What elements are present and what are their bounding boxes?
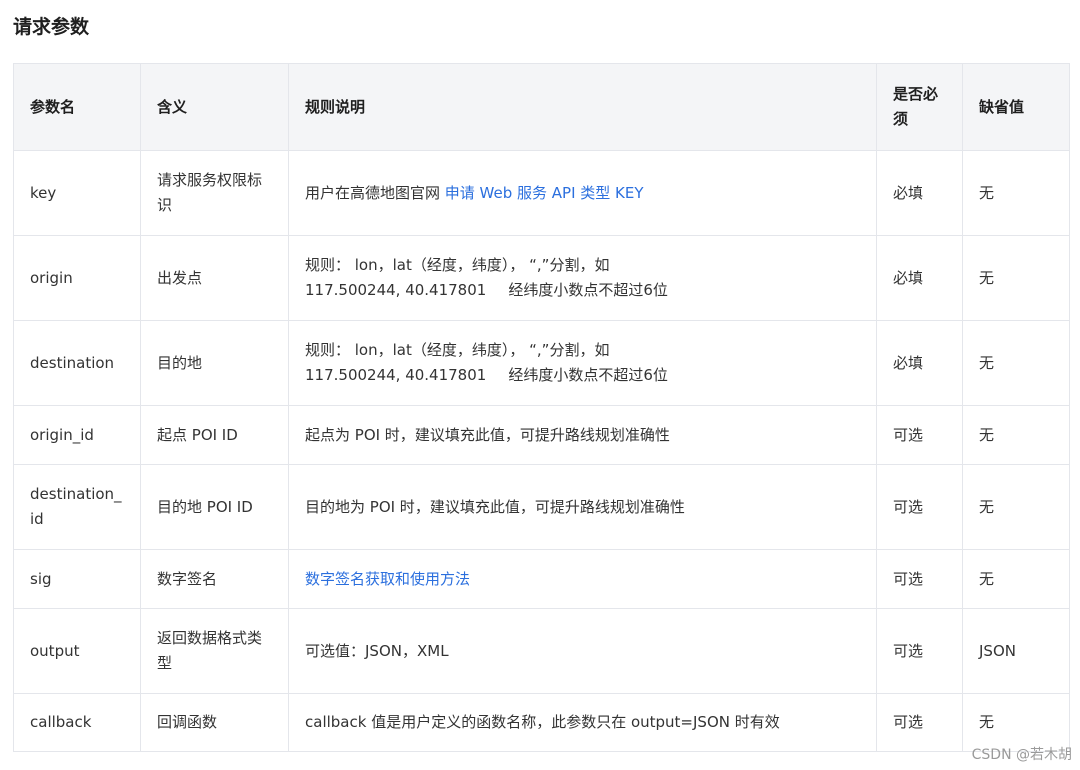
table-row: destination_id 目的地 POI ID 目的地为 POI 时，建议填… bbox=[13, 464, 1070, 550]
param-default: 无 bbox=[962, 150, 1070, 236]
param-rule: 规则： lon，lat（经度，纬度）， “,”分割，如 117.500244, 4… bbox=[288, 320, 877, 406]
param-default: 无 bbox=[962, 235, 1070, 321]
param-name: destination_id bbox=[13, 464, 141, 550]
param-rule: 起点为 POI 时，建议填充此值，可提升路线规划准确性 bbox=[288, 405, 877, 465]
param-rule: 数字签名获取和使用方法 bbox=[288, 549, 877, 609]
param-rule: 可选值：JSON，XML bbox=[288, 608, 877, 694]
param-required: 可选 bbox=[876, 405, 963, 465]
param-default: 无 bbox=[962, 320, 1070, 406]
param-required: 可选 bbox=[876, 549, 963, 609]
rule-text: 用户在高德地图官网 bbox=[305, 183, 445, 202]
apply-key-link[interactable]: 申请 Web 服务 API 类型 KEY bbox=[445, 184, 644, 202]
param-meaning: 目的地 bbox=[140, 320, 289, 406]
param-meaning: 出发点 bbox=[140, 235, 289, 321]
table-header-row: 参数名 含义 规则说明 是否必须 缺省值 bbox=[13, 63, 1070, 151]
param-rule: 用户在高德地图官网 申请 Web 服务 API 类型 KEY bbox=[288, 150, 877, 236]
table-row: sig 数字签名 数字签名获取和使用方法 可选 无 bbox=[13, 549, 1070, 609]
param-default: 无 bbox=[962, 464, 1070, 550]
param-default: 无 bbox=[962, 693, 1070, 752]
param-rule: 目的地为 POI 时，建议填充此值，可提升路线规划准确性 bbox=[288, 464, 877, 550]
param-name: origin_id bbox=[13, 405, 141, 465]
rule-note: 经纬度小数点不超过6位 bbox=[508, 366, 668, 384]
rule-text: 规则： lon，lat（经度，纬度）， “,”分割，如 bbox=[305, 341, 610, 359]
table-row: key 请求服务权限标识 用户在高德地图官网 申请 Web 服务 API 类型 … bbox=[13, 150, 1070, 236]
param-name: destination bbox=[13, 320, 141, 406]
param-rule: callback 值是用户定义的函数名称，此参数只在 output=JSON 时… bbox=[288, 693, 877, 752]
param-meaning: 起点 POI ID bbox=[140, 405, 289, 465]
param-required: 必填 bbox=[876, 150, 963, 236]
rule-note: 经纬度小数点不超过6位 bbox=[508, 281, 668, 299]
param-required: 必填 bbox=[876, 320, 963, 406]
param-name: output bbox=[13, 608, 141, 694]
header-required: 是否必须 bbox=[876, 63, 963, 151]
param-default: 无 bbox=[962, 549, 1070, 609]
param-required: 必填 bbox=[876, 235, 963, 321]
params-table: 参数名 含义 规则说明 是否必须 缺省值 key 请求服务权限标识 用户在高德地… bbox=[13, 63, 1070, 752]
param-rule: 规则： lon，lat（经度，纬度）， “,”分割，如 117.500244, 4… bbox=[288, 235, 877, 321]
header-default: 缺省值 bbox=[962, 63, 1070, 151]
param-name: key bbox=[13, 150, 141, 236]
param-required: 可选 bbox=[876, 464, 963, 550]
header-rule: 规则说明 bbox=[288, 63, 877, 151]
param-name: origin bbox=[13, 235, 141, 321]
param-meaning: 请求服务权限标识 bbox=[140, 150, 289, 236]
param-meaning: 返回数据格式类型 bbox=[140, 608, 289, 694]
param-name: callback bbox=[13, 693, 141, 752]
param-name: sig bbox=[13, 549, 141, 609]
rule-coord: 117.500244, 40.417801 bbox=[305, 366, 487, 384]
param-meaning: 回调函数 bbox=[140, 693, 289, 752]
table-row: origin 出发点 规则： lon，lat（经度，纬度）， “,”分割，如 11… bbox=[13, 235, 1070, 321]
param-default: JSON bbox=[962, 608, 1070, 694]
table-row: output 返回数据格式类型 可选值：JSON，XML 可选 JSON bbox=[13, 608, 1070, 694]
table-row: destination 目的地 规则： lon，lat（经度，纬度）， “,”分… bbox=[13, 320, 1070, 406]
param-meaning: 数字签名 bbox=[140, 549, 289, 609]
param-meaning: 目的地 POI ID bbox=[140, 464, 289, 550]
rule-text: 规则： lon，lat（经度，纬度）， “,”分割，如 bbox=[305, 256, 610, 274]
param-required: 可选 bbox=[876, 608, 963, 694]
header-meaning: 含义 bbox=[140, 63, 289, 151]
watermark: CSDN @若木胡 bbox=[971, 747, 1072, 763]
table-row: origin_id 起点 POI ID 起点为 POI 时，建议填充此值，可提升… bbox=[13, 405, 1070, 465]
rule-coord: 117.500244, 40.417801 bbox=[305, 281, 487, 299]
signature-method-link[interactable]: 数字签名获取和使用方法 bbox=[305, 570, 470, 588]
param-required: 可选 bbox=[876, 693, 963, 752]
param-default: 无 bbox=[962, 405, 1070, 465]
header-name: 参数名 bbox=[13, 63, 141, 151]
section-title: 请求参数 bbox=[13, 16, 90, 38]
table-row: callback 回调函数 callback 值是用户定义的函数名称，此参数只在… bbox=[13, 693, 1070, 752]
